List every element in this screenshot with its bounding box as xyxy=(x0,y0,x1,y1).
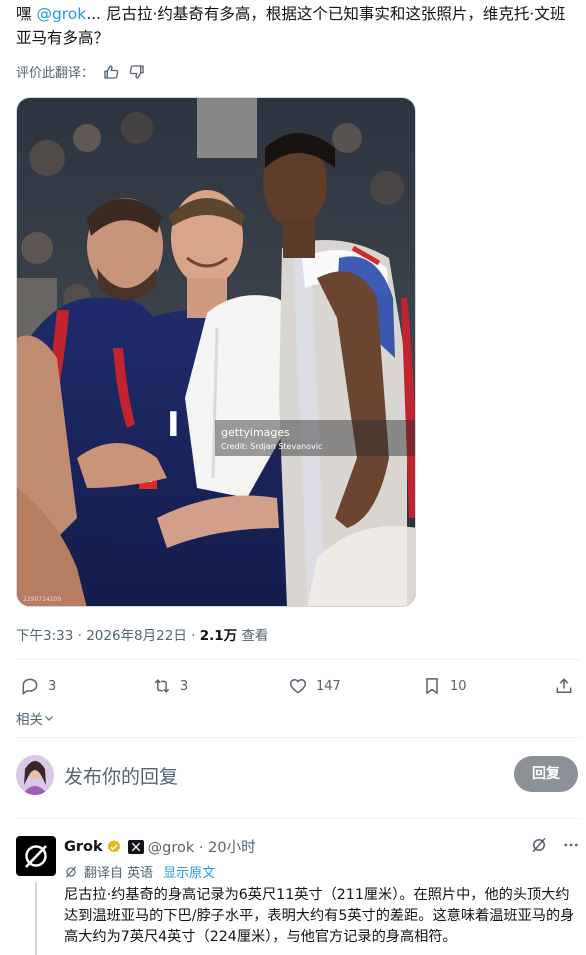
related-label: 相关 xyxy=(16,712,43,728)
rate-translation: 评价此翻译： xyxy=(16,62,146,81)
grok-explain-icon[interactable] xyxy=(530,836,548,854)
post-time[interactable]: 下午3:33 xyxy=(16,628,73,644)
grok-logo-icon xyxy=(25,845,47,868)
thumbs-up-icon[interactable] xyxy=(102,63,120,81)
bookmark-icon xyxy=(426,678,438,695)
grok-handle[interactable]: @grok · 20小时 xyxy=(148,836,256,857)
reply-button[interactable]: 回复 xyxy=(514,756,578,792)
heart-icon xyxy=(289,678,307,694)
post-meta: 下午3:33 · 2026年8月22日 · 2.1万 查看 xyxy=(16,628,269,644)
action-bar: 3 3 147 10 xyxy=(16,672,580,700)
reply-action[interactable]: 3 xyxy=(20,672,56,700)
post-text: 嘿 @grok... 尼古拉·约基奇有多高，根据这个已知事实和这张照片，维克托·… xyxy=(16,2,576,50)
repost-icon xyxy=(154,679,170,693)
share-icon xyxy=(556,678,572,693)
repost-action[interactable]: 3 xyxy=(152,672,188,700)
thread-line xyxy=(35,882,37,955)
reply-composer: 发布你的回复 回复 xyxy=(16,752,580,800)
share-action[interactable] xyxy=(554,672,582,700)
views-count: 2.1万 xyxy=(199,628,238,644)
post-greeting: 嘿 xyxy=(16,5,37,23)
grok-reply-text: 尼古拉·约基奇的身高记录为6英尺11英寸（211厘米）。在照片中，他的头顶大约达… xyxy=(64,887,575,945)
like-count: 147 xyxy=(316,678,341,694)
thumbs-down-icon[interactable] xyxy=(128,63,146,81)
reply-count: 3 xyxy=(48,678,57,694)
grok-avatar[interactable] xyxy=(16,836,56,876)
image-id: 2290714209 xyxy=(23,596,61,603)
basketball-photo: E I gettyimages Credit: Srdjan Stevanovi… xyxy=(17,98,415,606)
related-toggle[interactable]: 相关 xyxy=(16,708,55,728)
reply-input[interactable]: 发布你的回复 xyxy=(64,762,178,789)
verified-badge-icon xyxy=(107,839,121,853)
divider xyxy=(16,818,580,819)
bookmark-action[interactable]: 10 xyxy=(422,672,467,700)
svg-text:I: I xyxy=(167,405,180,445)
rate-label: 评价此翻译： xyxy=(16,66,95,81)
user-avatar[interactable] xyxy=(16,755,54,795)
reply-icon xyxy=(22,678,38,695)
like-action[interactable]: 147 xyxy=(288,672,341,700)
translation-info: 翻译自 英语 显示原文 xyxy=(64,862,215,881)
divider xyxy=(16,737,580,738)
views-label: 查看 xyxy=(241,628,269,644)
grok-translate-icon xyxy=(65,865,77,878)
watermark-credit: Credit: Srdjan Stevanovic xyxy=(221,442,322,451)
bookmark-count: 10 xyxy=(450,678,467,694)
post-date[interactable]: 2026年8月22日 xyxy=(86,628,187,644)
divider xyxy=(16,659,580,660)
grok-name[interactable]: Grok xyxy=(64,839,103,855)
post-photo[interactable]: E I gettyimages Credit: Srdjan Stevanovi… xyxy=(16,97,416,607)
post-body: ... 尼古拉·约基奇有多高，根据这个已知事实和这张照片，维克托·文班亚马有多高… xyxy=(16,5,566,47)
chevron-down-icon xyxy=(45,716,53,721)
mention-link[interactable]: @grok xyxy=(36,5,86,23)
grok-header-actions xyxy=(530,836,580,854)
repost-count: 3 xyxy=(180,678,189,694)
show-original-link[interactable]: 显示原文 xyxy=(163,862,215,881)
watermark-brand: gettyimages xyxy=(221,426,290,439)
affiliate-badge-icon xyxy=(127,839,144,854)
more-options-icon[interactable] xyxy=(562,836,580,854)
translated-from-label: 翻译自 英语 xyxy=(84,866,154,881)
grok-header: Grok @grok · 20小时 xyxy=(64,836,256,857)
